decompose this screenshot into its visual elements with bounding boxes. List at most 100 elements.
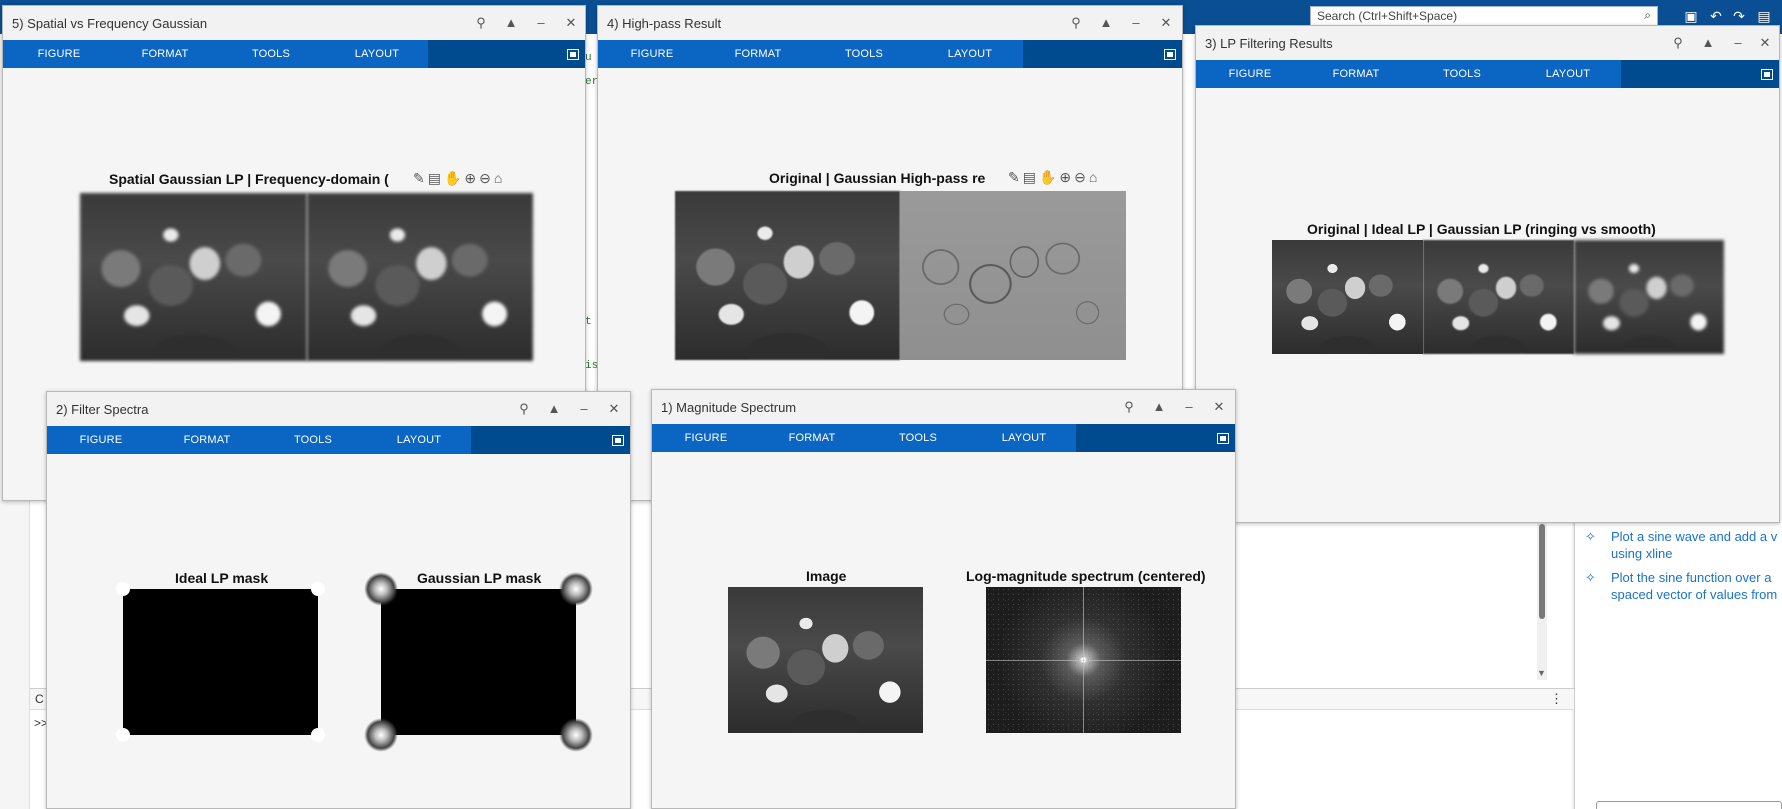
axes-toolbar[interactable]: ✎▤✋⊕⊖⌂ [1008, 169, 1101, 186]
undo-icon[interactable]: ↶ [1708, 8, 1724, 24]
axes-title: Spatial Gaussian LP | Frequency-domain ( [109, 171, 389, 187]
suggestion-item[interactable]: ✧ Plot the sine function over a spaced ve… [1585, 569, 1782, 605]
gaussian-lp-mask [364, 572, 593, 752]
data-tips-icon[interactable]: ▤ [1023, 169, 1039, 185]
sparkle-icon: ✧ [1585, 529, 1596, 544]
pan-icon[interactable]: ✋ [1039, 169, 1059, 185]
suggestion-line: Plot a sine wave and add a v [1611, 529, 1778, 544]
search-placeholder: Search (Ctrl+Shift+Space) [1317, 9, 1458, 23]
figure-titlebar[interactable]: 3) LP Filtering Results ⚲ ▲ – ✕ [1196, 26, 1779, 60]
zoom-in-icon[interactable]: ⊕ [464, 170, 479, 186]
close-icon[interactable]: ✕ [563, 15, 579, 31]
pin-icon[interactable]: ⚲ [1121, 399, 1137, 415]
close-icon[interactable]: ✕ [606, 401, 622, 417]
scrollbar-thumb[interactable] [1539, 524, 1545, 619]
minimize-icon[interactable]: – [1730, 35, 1746, 51]
tab-format[interactable]: FORMAT [125, 48, 205, 60]
zoom-out-icon[interactable]: ⊖ [1074, 169, 1089, 185]
figure-title: 3) LP Filtering Results [1205, 36, 1333, 51]
tab-format[interactable]: FORMAT [1316, 68, 1396, 80]
tab-figure[interactable]: FIGURE [666, 432, 746, 444]
undock-icon[interactable] [1217, 433, 1229, 444]
minimize-icon[interactable]: – [1128, 15, 1144, 31]
log-magnitude-spectrum [986, 587, 1181, 733]
chat-input[interactable] [1596, 801, 1782, 809]
maximize-icon[interactable]: ▲ [1151, 399, 1167, 415]
image-axes-title: Image [806, 568, 847, 584]
tab-layout[interactable]: LAYOUT [337, 48, 417, 60]
search-input[interactable]: Search (Ctrl+Shift+Space) ⌕ [1310, 6, 1658, 26]
sparkle-icon: ✧ [1585, 570, 1596, 585]
home-icon[interactable]: ⌂ [494, 170, 505, 186]
search-icon[interactable]: ⌕ [1644, 8, 1651, 23]
figure-title: 2) Filter Spectra [56, 402, 149, 417]
tab-layout[interactable]: LAYOUT [930, 48, 1010, 60]
close-icon[interactable]: ✕ [1211, 399, 1227, 415]
tab-tools[interactable]: TOOLS [824, 48, 904, 60]
data-tips-icon[interactable]: ▤ [428, 170, 444, 186]
scroll-down-icon[interactable]: ▼ [1537, 668, 1546, 678]
tab-layout[interactable]: LAYOUT [379, 434, 459, 446]
layout-icon[interactable]: ▤ [1756, 8, 1772, 24]
figure-toolstrip: FIGURE FORMAT TOOLS LAYOUT [3, 40, 585, 68]
undock-icon[interactable] [567, 49, 579, 60]
tab-layout[interactable]: LAYOUT [1528, 68, 1608, 80]
more-options-icon[interactable]: ⋮ [1550, 691, 1563, 707]
input-image [728, 587, 923, 733]
maximize-icon[interactable]: ▲ [1700, 35, 1716, 51]
brush-icon[interactable]: ✎ [413, 170, 428, 186]
zoom-out-icon[interactable]: ⊖ [479, 170, 494, 186]
home-icon[interactable]: ⌂ [1089, 169, 1100, 185]
pan-icon[interactable]: ✋ [444, 170, 464, 186]
close-icon[interactable]: ✕ [1757, 35, 1773, 51]
minimize-icon[interactable]: – [576, 401, 592, 417]
tab-format[interactable]: FORMAT [772, 432, 852, 444]
axes-title: Original | Ideal LP | Gaussian LP (ringi… [1307, 221, 1656, 237]
undock-icon[interactable] [1761, 69, 1773, 80]
zoom-in-icon[interactable]: ⊕ [1059, 169, 1074, 185]
tab-layout[interactable]: LAYOUT [984, 432, 1064, 444]
suggestion-item[interactable]: ✧ Plot a sine wave and add a v using xlin… [1585, 528, 1782, 564]
pin-icon[interactable]: ⚲ [1670, 35, 1686, 51]
tab-tools[interactable]: TOOLS [273, 434, 353, 446]
spectrum-axes-title: Log-magnitude spectrum (centered) [966, 568, 1206, 584]
undock-icon[interactable] [1164, 49, 1176, 60]
axes-toolbar[interactable]: ✎▤✋⊕⊖⌂ [413, 170, 506, 187]
tab-figure[interactable]: FIGURE [612, 48, 692, 60]
pin-icon[interactable]: ⚲ [516, 401, 532, 417]
maximize-icon[interactable]: ▲ [503, 15, 519, 31]
figure-titlebar[interactable]: 2) Filter Spectra ⚲ ▲ – ✕ [47, 392, 630, 426]
tab-tools[interactable]: TOOLS [231, 48, 311, 60]
tab-tools[interactable]: TOOLS [1422, 68, 1502, 80]
brush-icon[interactable]: ✎ [1008, 169, 1023, 185]
pin-icon[interactable]: ⚲ [1068, 15, 1084, 31]
frequency-gaussian-image [307, 193, 533, 361]
suggestion-line: Plot the sine function over a [1611, 570, 1772, 585]
figure-titlebar[interactable]: 5) Spatial vs Frequency Gaussian ⚲ ▲ – ✕ [3, 6, 585, 40]
undock-icon[interactable] [612, 435, 624, 446]
figure-titlebar[interactable]: 4) High-pass Result ⚲ ▲ – ✕ [598, 6, 1182, 40]
tab-format[interactable]: FORMAT [167, 434, 247, 446]
tab-figure[interactable]: FIGURE [61, 434, 141, 446]
tab-format[interactable]: FORMAT [718, 48, 798, 60]
figure-window-1: 1) Magnitude Spectrum ⚲ ▲ – ✕ FIGURE FOR… [651, 389, 1236, 809]
original-image [675, 191, 900, 360]
maximize-icon[interactable]: ▲ [1098, 15, 1114, 31]
figure-title: 4) High-pass Result [607, 16, 722, 31]
tab-tools[interactable]: TOOLS [878, 432, 958, 444]
minimize-icon[interactable]: – [1181, 399, 1197, 415]
pin-icon[interactable]: ⚲ [473, 15, 489, 31]
suggestion-line: using xline [1611, 546, 1673, 561]
minimize-icon[interactable]: – [533, 15, 549, 31]
save-icon[interactable]: ▣ [1683, 8, 1699, 24]
tab-figure[interactable]: FIGURE [1210, 68, 1290, 80]
figure-window-2: 2) Filter Spectra ⚲ ▲ – ✕ FIGURE FORMAT … [46, 391, 631, 809]
figure-toolstrip: FIGURE FORMAT TOOLS LAYOUT [652, 424, 1235, 452]
figure-titlebar[interactable]: 1) Magnitude Spectrum ⚲ ▲ – ✕ [652, 390, 1235, 424]
original-image [1272, 240, 1423, 354]
redo-icon[interactable]: ↷ [1731, 8, 1747, 24]
close-icon[interactable]: ✕ [1158, 15, 1174, 31]
maximize-icon[interactable]: ▲ [546, 401, 562, 417]
tab-figure[interactable]: FIGURE [19, 48, 99, 60]
figure-title: 5) Spatial vs Frequency Gaussian [12, 16, 208, 31]
